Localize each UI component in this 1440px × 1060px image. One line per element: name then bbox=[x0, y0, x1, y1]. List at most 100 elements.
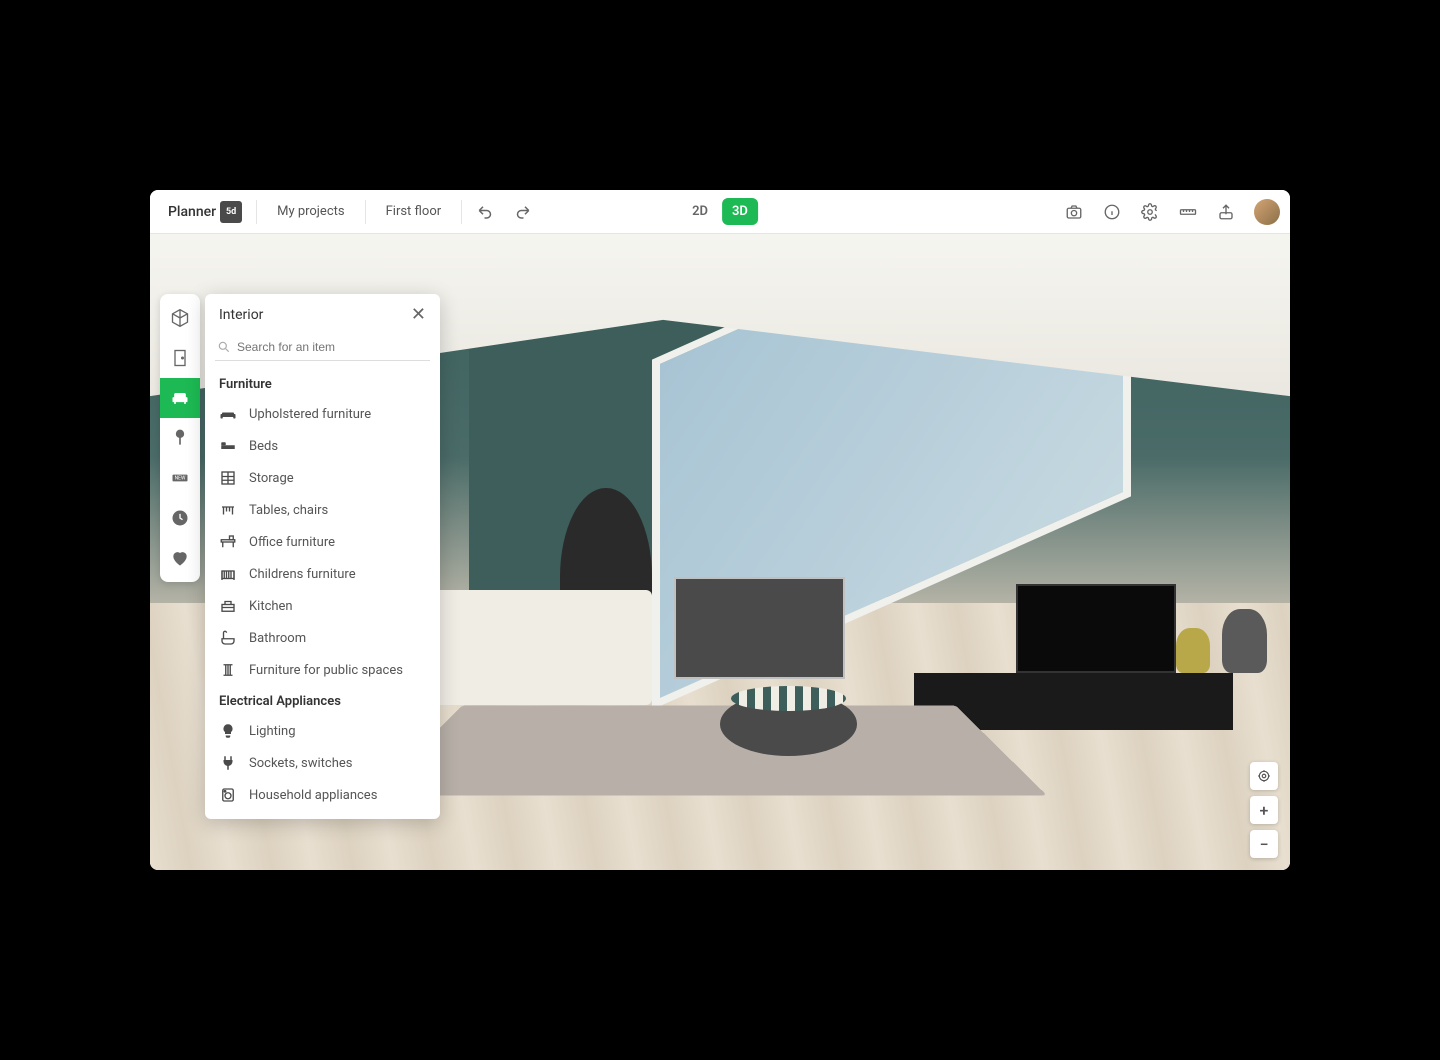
round-pouf bbox=[720, 692, 857, 756]
share-button[interactable] bbox=[1208, 194, 1244, 230]
separator bbox=[461, 200, 462, 224]
tool-door[interactable] bbox=[160, 338, 200, 378]
crib-icon bbox=[219, 565, 237, 583]
catalog-item-public[interactable]: Furniture for public spaces bbox=[205, 654, 440, 686]
separator bbox=[256, 200, 257, 224]
settings-button[interactable] bbox=[1132, 194, 1168, 230]
gear-icon bbox=[1141, 203, 1159, 221]
redo-icon bbox=[513, 203, 531, 221]
catalog-item-kitchen[interactable]: Kitchen bbox=[205, 590, 440, 622]
app-logo[interactable]: Planner 5d bbox=[160, 201, 250, 223]
catalog-item-label: Upholstered furniture bbox=[249, 407, 371, 422]
catalog-item-label: Childrens furniture bbox=[249, 567, 356, 582]
tool-landscape[interactable] bbox=[160, 418, 200, 458]
catalog-search-wrap bbox=[215, 334, 430, 361]
svg-text:NEW: NEW bbox=[175, 476, 186, 482]
recenter-button[interactable] bbox=[1250, 762, 1278, 790]
catalog-item-label: Household appliances bbox=[249, 788, 377, 803]
catalog-item-upholstered[interactable]: Upholstered furniture bbox=[205, 398, 440, 430]
ruler-button[interactable] bbox=[1170, 194, 1206, 230]
sideboard-cabinet bbox=[674, 577, 845, 679]
catalog-header: Interior ✕ bbox=[205, 306, 440, 334]
info-button[interactable] bbox=[1094, 194, 1130, 230]
catalog-item-childrens[interactable]: Childrens furniture bbox=[205, 558, 440, 590]
camera-button[interactable] bbox=[1056, 194, 1092, 230]
zoom-in-button[interactable]: + bbox=[1250, 796, 1278, 824]
tool-favorites[interactable] bbox=[160, 538, 200, 578]
canvas-3d-viewport[interactable]: NEW Interior ✕ Furniture Upholstered fur… bbox=[150, 234, 1290, 870]
door-icon bbox=[170, 348, 190, 368]
catalog-close-button[interactable]: ✕ bbox=[411, 306, 426, 324]
catalog-section-heading: Furniture bbox=[205, 369, 440, 398]
view-2d-button[interactable]: 2D bbox=[682, 198, 718, 225]
kitchen-icon bbox=[219, 597, 237, 615]
appliance-icon bbox=[219, 786, 237, 804]
locate-icon bbox=[1257, 769, 1271, 783]
toolbar-right bbox=[1056, 194, 1280, 230]
tool-interior[interactable] bbox=[160, 378, 200, 418]
catalog-item-label: Office furniture bbox=[249, 535, 335, 550]
bulb-icon bbox=[219, 722, 237, 740]
tool-history[interactable] bbox=[160, 498, 200, 538]
new-badge-icon: NEW bbox=[170, 468, 190, 488]
catalog-search-input[interactable] bbox=[215, 334, 430, 360]
camera-icon bbox=[1065, 203, 1083, 221]
catalog-title: Interior bbox=[219, 307, 263, 323]
left-toolbar: NEW bbox=[160, 294, 200, 582]
catalog-item-label: Lighting bbox=[249, 724, 296, 739]
heart-icon bbox=[170, 548, 190, 568]
catalog-item-label: Kitchen bbox=[249, 599, 293, 614]
catalog-item-label: Beds bbox=[249, 439, 278, 454]
catalog-item-label: Tables, chairs bbox=[249, 503, 328, 518]
zoom-out-button[interactable]: − bbox=[1250, 830, 1278, 858]
catalog-item-storage[interactable]: Storage bbox=[205, 462, 440, 494]
clock-icon bbox=[170, 508, 190, 528]
viewport-controls: + − bbox=[1250, 762, 1278, 858]
catalog-section-heading: Electrical Appliances bbox=[205, 686, 440, 715]
desk-icon bbox=[219, 533, 237, 551]
logo-badge-icon: 5d bbox=[220, 201, 242, 223]
catalog-item-tables[interactable]: Tables, chairs bbox=[205, 494, 440, 526]
area-rug bbox=[371, 705, 1047, 795]
column-icon bbox=[219, 661, 237, 679]
tree-icon bbox=[170, 428, 190, 448]
ruler-icon bbox=[1179, 203, 1197, 221]
cube-icon bbox=[170, 308, 190, 328]
catalog-item-appliances[interactable]: Household appliances bbox=[205, 779, 440, 811]
bed-icon bbox=[219, 437, 237, 455]
vase-dark bbox=[1222, 609, 1268, 673]
tool-3d-box[interactable] bbox=[160, 298, 200, 338]
undo-button[interactable] bbox=[468, 194, 504, 230]
catalog-item-lighting[interactable]: Lighting bbox=[205, 715, 440, 747]
share-icon bbox=[1217, 203, 1235, 221]
shelf-icon bbox=[219, 469, 237, 487]
undo-icon bbox=[477, 203, 495, 221]
catalog-item-label: Furniture for public spaces bbox=[249, 663, 403, 678]
catalog-item-office[interactable]: Office furniture bbox=[205, 526, 440, 558]
view-mode-toggle: 2D 3D bbox=[682, 198, 758, 225]
logo-text: Planner bbox=[168, 204, 216, 220]
table-icon bbox=[219, 501, 237, 519]
tool-new[interactable]: NEW bbox=[160, 458, 200, 498]
catalog-item-beds[interactable]: Beds bbox=[205, 430, 440, 462]
user-avatar[interactable] bbox=[1254, 199, 1280, 225]
catalog-item-sockets[interactable]: Sockets, switches bbox=[205, 747, 440, 779]
catalog-item-label: Bathroom bbox=[249, 631, 306, 646]
sofa-icon bbox=[219, 405, 237, 423]
separator bbox=[365, 200, 366, 224]
my-projects-button[interactable]: My projects bbox=[263, 198, 359, 225]
redo-button[interactable] bbox=[504, 194, 540, 230]
catalog-item-label: Storage bbox=[249, 471, 294, 486]
catalog-item-label: Sockets, switches bbox=[249, 756, 353, 771]
television bbox=[1016, 584, 1176, 673]
catalog-item-bathroom[interactable]: Bathroom bbox=[205, 622, 440, 654]
vase-yellow bbox=[1176, 628, 1210, 673]
view-3d-button[interactable]: 3D bbox=[722, 198, 758, 225]
search-icon bbox=[217, 340, 231, 354]
floor-selector[interactable]: First floor bbox=[372, 198, 456, 225]
bath-icon bbox=[219, 629, 237, 647]
sofa-icon bbox=[170, 388, 190, 408]
plug-icon bbox=[219, 754, 237, 772]
catalog-panel: Interior ✕ Furniture Upholstered furnitu… bbox=[205, 294, 440, 819]
top-toolbar: Planner 5d My projects First floor 2D 3D bbox=[150, 190, 1290, 234]
